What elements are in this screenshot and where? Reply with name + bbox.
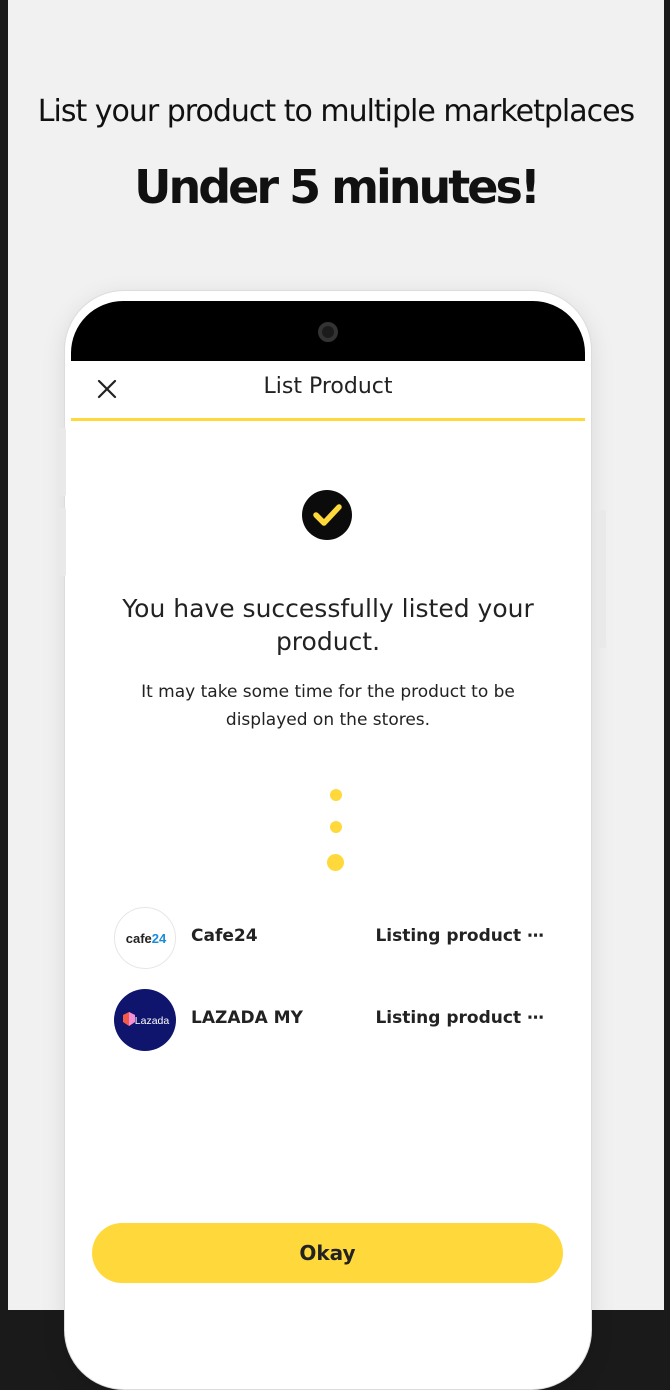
info-message: It may take some time for the product to…: [141, 682, 515, 730]
progress-dot: [330, 789, 342, 801]
phone-power-button: [598, 510, 606, 648]
svg-text:cafe24: cafe24: [126, 931, 167, 946]
success-message: You have successfully listed your produc…: [122, 594, 534, 656]
store-status: Listing product ⋯: [375, 1008, 544, 1028]
progress-dot: [327, 854, 344, 871]
promo-headline: List your product to multiple marketplac…: [37, 94, 635, 129]
progress-dot: [330, 821, 342, 833]
phone-volume-up-button: [58, 428, 66, 496]
app-bar: List Product: [71, 361, 585, 421]
okay-button[interactable]: Okay: [92, 1223, 563, 1283]
phone-volume-down-button: [58, 508, 66, 576]
check-circle-icon: [302, 490, 352, 540]
svg-text:Lazada: Lazada: [135, 1015, 170, 1027]
cafe24-logo: cafe24: [114, 907, 176, 969]
front-camera: [318, 322, 338, 342]
promo-subheadline: Under 5 minutes!: [134, 160, 541, 214]
store-status: Listing product ⋯: [375, 926, 544, 946]
store-row-lazada: Lazada LAZADA MY Listing product ⋯: [114, 989, 554, 1051]
store-name: LAZADA MY: [191, 1008, 303, 1028]
lazada-logo: Lazada: [114, 989, 176, 1051]
store-row-cafe24: cafe24 Cafe24 Listing product ⋯: [114, 907, 554, 969]
store-name: Cafe24: [191, 926, 258, 946]
page-title: List Product: [263, 374, 393, 399]
